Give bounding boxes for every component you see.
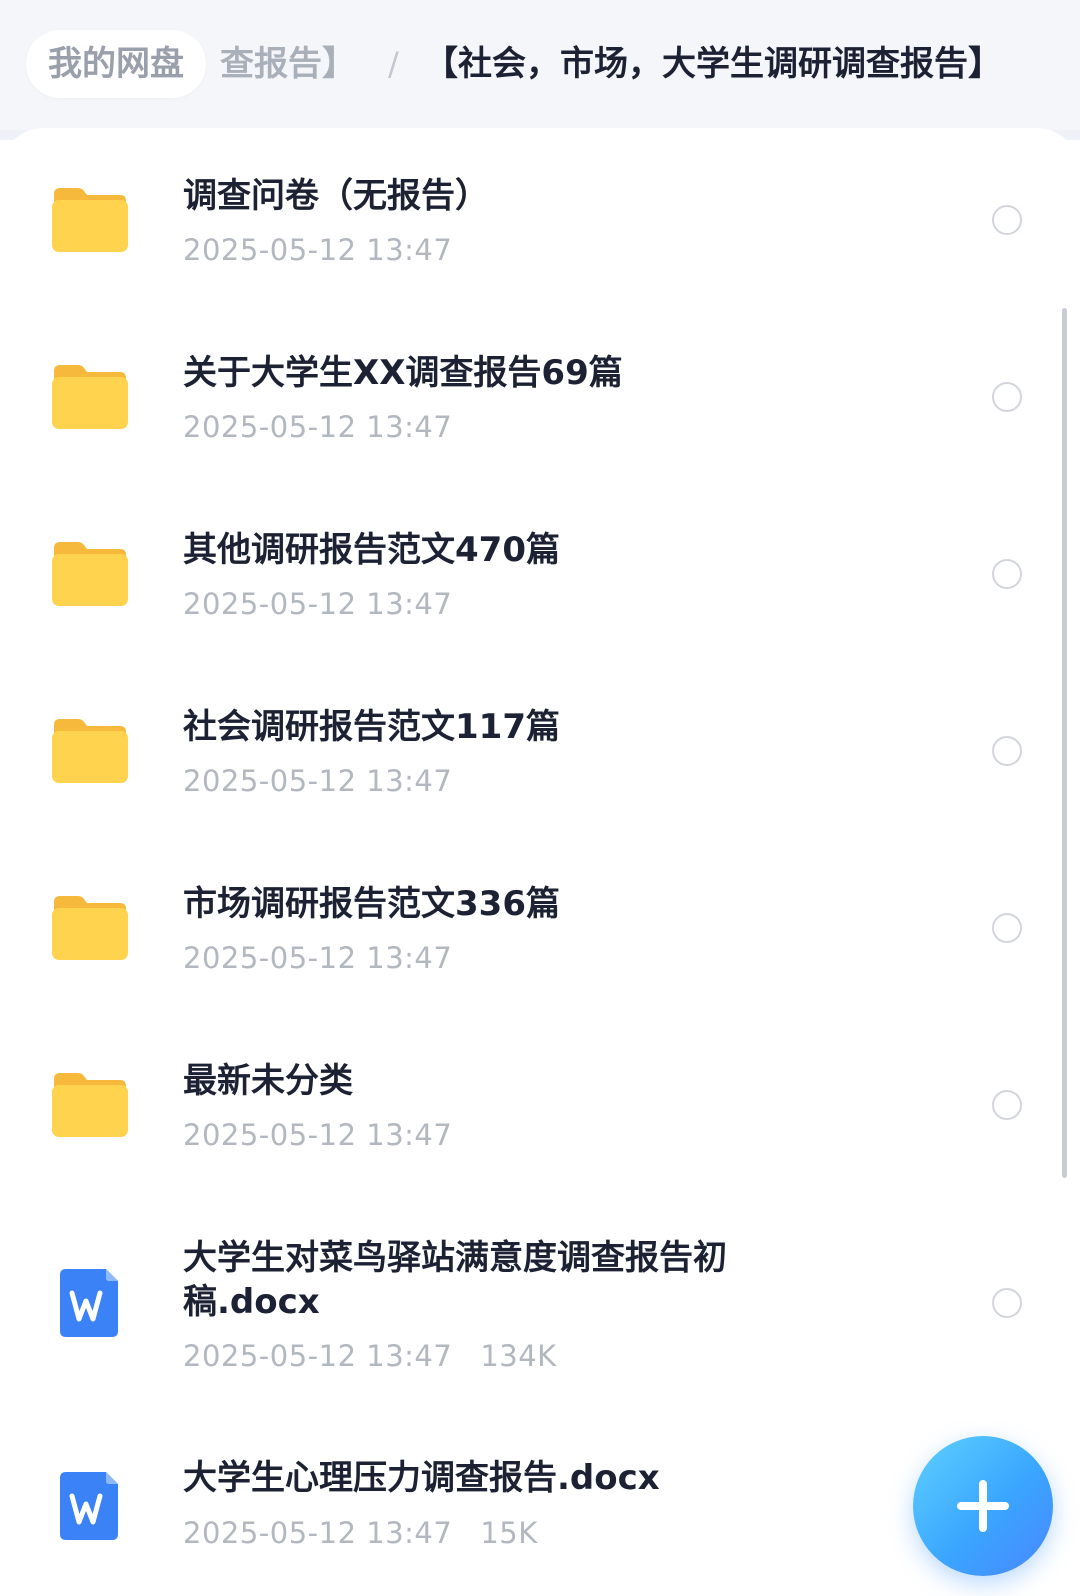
item-size: 134K (480, 1339, 557, 1373)
item-size: 15K (480, 1516, 538, 1550)
folder-icon (50, 184, 130, 256)
select-checkbox[interactable] (992, 205, 1022, 235)
select-checkbox[interactable] (992, 1288, 1022, 1318)
breadcrumb-separator: / (388, 45, 399, 83)
add-button[interactable] (913, 1436, 1053, 1576)
item-name: 大学生心理压力调查报告.docx (183, 1458, 660, 1498)
folder-icon (50, 361, 130, 433)
file-browser-screen: 查报告】 我的网盘 / 【社会，市场，大学生调研调查报告】 调查问卷（无报告） … (0, 0, 1080, 1596)
breadcrumb-current-folder: 【社会，市场，大学生调研调查报告】 (424, 44, 1002, 84)
item-name: 其他调研报告范文470篇 (183, 530, 560, 570)
item-meta: 2025-05-12 13:47 (183, 761, 452, 801)
folder-icon (50, 892, 130, 964)
item-meta: 2025-05-12 13:47 (183, 407, 452, 447)
item-meta: 2025-05-12 13:47 15K (183, 1513, 538, 1553)
item-date: 2025-05-12 13:47 (183, 1339, 453, 1373)
word-document-icon (56, 1267, 126, 1339)
item-meta: 2025-05-12 13:47 (183, 584, 452, 624)
item-date: 2025-05-12 13:47 (183, 233, 453, 267)
folder-icon (50, 715, 130, 787)
item-name: 最新未分类 (183, 1061, 353, 1101)
item-date: 2025-05-12 13:47 (183, 941, 453, 975)
folder-icon (50, 1069, 130, 1141)
file-list: 调查问卷（无报告） 2025-05-12 13:47 关于大学生XX调查报告69… (0, 128, 1080, 1596)
select-checkbox[interactable] (992, 1090, 1022, 1120)
item-date: 2025-05-12 13:47 (183, 587, 453, 621)
select-checkbox[interactable] (992, 913, 1022, 943)
item-date: 2025-05-12 13:47 (183, 410, 453, 444)
item-name: 大学生对菜鸟驿站满意度调查报告初稿.docx (183, 1238, 727, 1322)
item-name: 社会调研报告范文117篇 (183, 707, 560, 747)
folder-icon (50, 538, 130, 610)
scrollbar[interactable] (1062, 308, 1067, 1178)
breadcrumb-home[interactable]: 我的网盘 (26, 30, 206, 98)
item-meta: 2025-05-12 13:47 134K (183, 1336, 557, 1376)
item-date: 2025-05-12 13:47 (183, 1516, 453, 1550)
breadcrumb-previous-folder[interactable]: 查报告】 (220, 30, 356, 98)
item-name: 关于大学生XX调查报告69篇 (183, 353, 623, 393)
item-meta: 2025-05-12 13:47 (183, 230, 452, 270)
item-date: 2025-05-12 13:47 (183, 1118, 453, 1152)
item-name: 调查问卷（无报告） (183, 176, 489, 216)
item-name: 市场调研报告范文336篇 (183, 884, 560, 924)
item-date: 2025-05-12 13:47 (183, 764, 453, 798)
word-document-icon (56, 1470, 126, 1542)
select-checkbox[interactable] (992, 736, 1022, 766)
select-checkbox[interactable] (992, 559, 1022, 589)
plus-icon (979, 1480, 987, 1532)
select-checkbox[interactable] (992, 382, 1022, 412)
item-meta: 2025-05-12 13:47 (183, 938, 452, 978)
breadcrumb: 查报告】 我的网盘 / 【社会，市场，大学生调研调查报告】 (0, 0, 1080, 130)
item-meta: 2025-05-12 13:47 (183, 1115, 452, 1155)
